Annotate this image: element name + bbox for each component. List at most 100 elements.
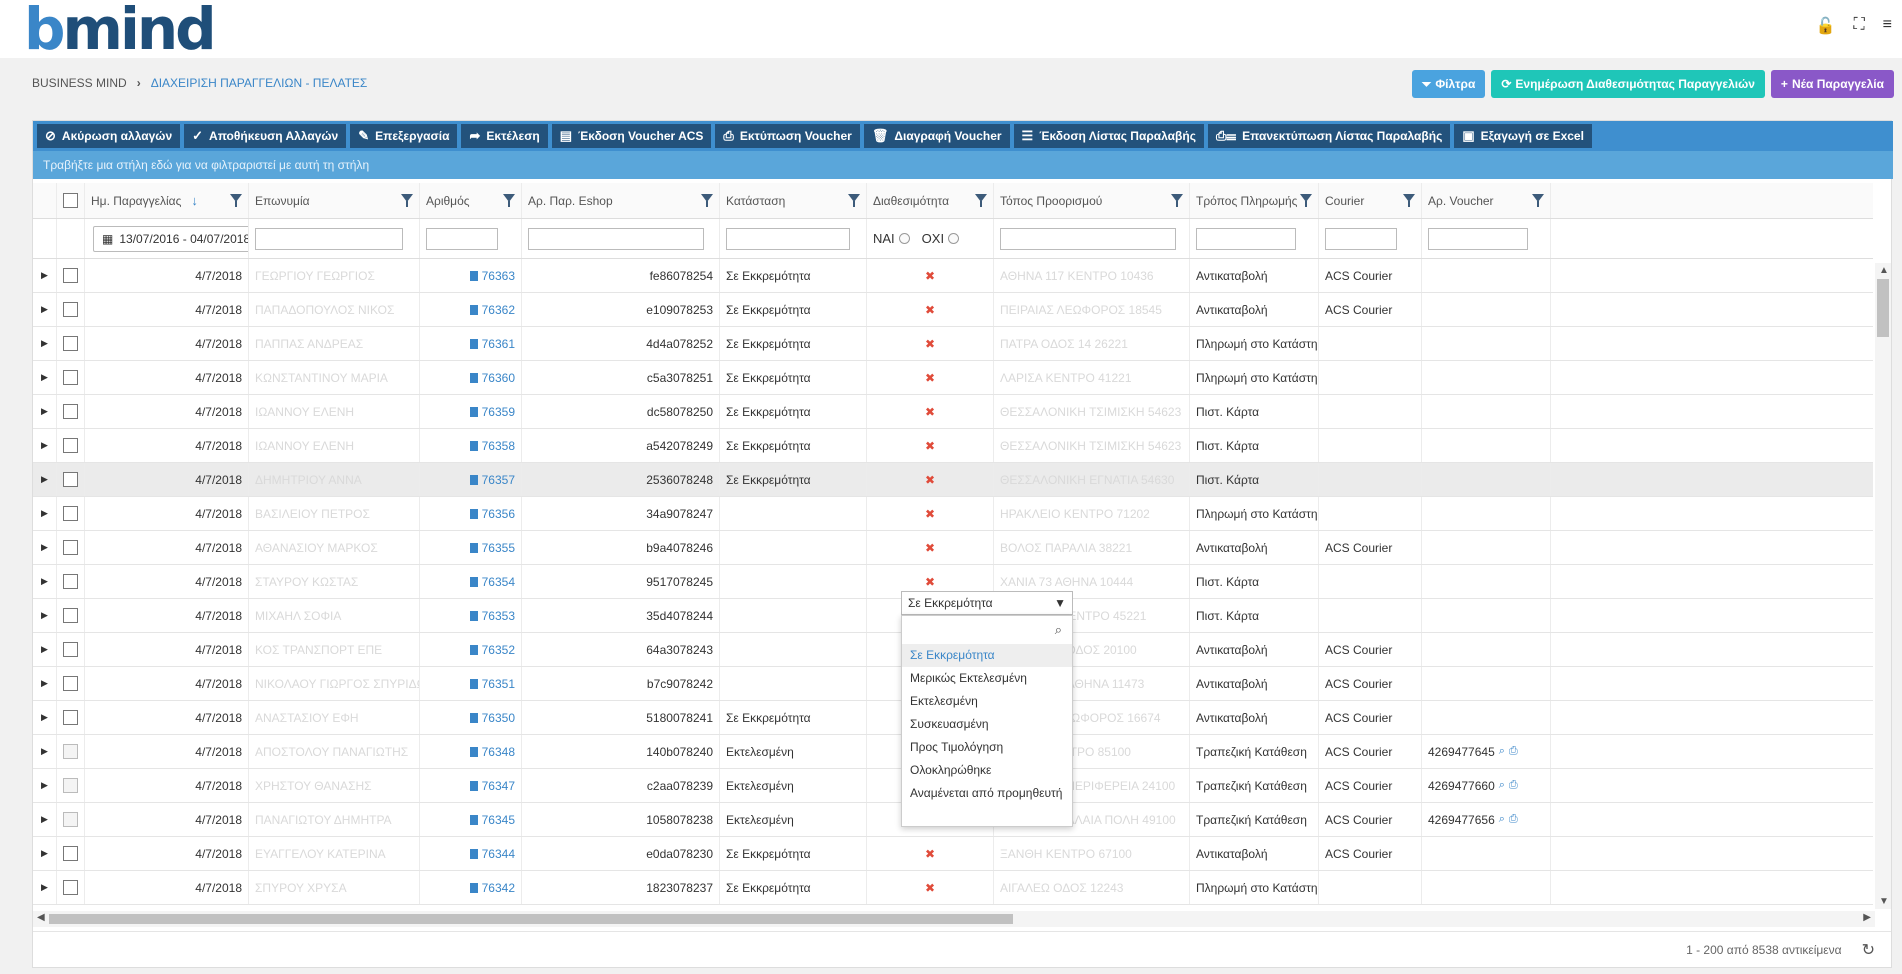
scroll-left-icon[interactable]: ◀ [37,912,45,923]
lock-icon[interactable]: 🔓 [1816,16,1836,36]
courier-filter-input[interactable] [1325,227,1397,250]
expand-row-icon[interactable]: ▶ [41,610,48,621]
scroll-down-icon[interactable]: ▼ [1879,896,1889,907]
execute-button[interactable]: ➦ Εκτέλεση [461,124,548,148]
expand-row-icon[interactable]: ▶ [41,508,48,519]
search-icon[interactable]: ⌕ [1499,745,1505,758]
row-checkbox[interactable] [63,336,78,351]
filters-button[interactable]: ⏷ Φίλτρα [1411,70,1486,98]
fullscreen-icon[interactable]: ⛶ [1853,16,1864,36]
refresh-icon[interactable]: ↻ [1862,940,1875,960]
order-link[interactable]: 76362 [469,303,515,317]
header-eshop[interactable]: Αρ. Παρ. Eshop [522,183,720,218]
table-row[interactable]: ▶ 4/7/2018 ΓΕΩΡΓΙΟΥ ΓΕΩΡΓΙΟΣ 76363 fe8607825… [33,259,1873,293]
header-destination[interactable]: Τόπος Προορισμού [994,183,1190,218]
eshop-filter-input[interactable] [528,227,704,250]
filter-icon[interactable] [975,194,987,207]
header-status[interactable]: Κατάσταση [720,183,867,218]
status-option[interactable]: Προς Τιμολόγηση [902,736,1072,759]
filter-icon[interactable] [401,194,413,207]
table-row[interactable]: ▶ 4/7/2018 ΒΑΣΙΛΕΙΟΥ ΠΕΤΡΟΣ 76356 34a9078247… [33,497,1873,531]
issue-pick-list-button[interactable]: ☰ Έκδοση Λίστας Παραλαβής [1013,124,1204,148]
export-excel-button[interactable]: ▣ Εξαγωγή σε Excel [1454,124,1592,148]
status-option[interactable]: Αναμένεται από προμηθευτή [902,782,1072,820]
select-all-checkbox[interactable] [63,193,78,208]
table-row[interactable]: ▶ 4/7/2018 ΙΩΑΝΝΟΥ ΕΛΕΝΗ 76359 dc58078250 Σε … [33,395,1873,429]
voucher-filter-input[interactable] [1428,227,1528,250]
row-checkbox[interactable] [63,846,78,861]
expand-row-icon[interactable]: ▶ [41,678,48,689]
status-option[interactable]: Μερικώς Εκτελεσμένη [902,667,1072,690]
expand-row-icon[interactable]: ▶ [41,372,48,383]
bmind-logo[interactable]: bmind [24,0,217,58]
expand-row-icon[interactable]: ▶ [41,270,48,281]
row-checkbox[interactable] [63,812,78,827]
search-icon[interactable]: ⌕ [1499,779,1505,792]
update-availability-button[interactable]: ⟳ Ενημέρωση Διαθεσιμότητας Παραγγελιών [1491,70,1765,98]
yes-radio[interactable] [898,233,910,244]
row-checkbox[interactable] [63,438,78,453]
status-option[interactable]: Σε Εκκρεμότητα [902,644,1072,667]
expand-row-icon[interactable]: ▶ [41,814,48,825]
filter-icon[interactable] [1532,194,1544,207]
filter-icon[interactable] [230,194,242,207]
row-checkbox[interactable] [63,268,78,283]
row-checkbox[interactable] [63,370,78,385]
status-option[interactable]: Εκτελεσμένη [902,690,1072,713]
order-link[interactable]: 76351 [469,677,515,691]
menu-icon[interactable]: ≡ [1883,16,1892,36]
header-number[interactable]: Αριθμός [420,183,522,218]
header-courier[interactable]: Courier [1319,183,1422,218]
table-row[interactable]: ▶ 4/7/2018 ΠΑΠΠΑΣ ΑΝΔΡΕΑΣ 76361 4d4a078252 Σε… [33,327,1873,361]
table-row[interactable]: ▶ 4/7/2018 ΕΥΑΓΓΕΛΟΥ ΚΑΤΕΡΙΝΑ 76344 e0da0782… [33,837,1873,871]
expand-row-icon[interactable]: ▶ [41,712,48,723]
header-name[interactable]: Επωνυμία [249,183,420,218]
expand-row-icon[interactable]: ▶ [41,474,48,485]
order-link[interactable]: 76356 [469,507,515,521]
table-row[interactable]: ▶ 4/7/2018 ΙΩΑΝΝΟΥ ΕΛΕΝΗ 76358 a542078249 Σε … [33,429,1873,463]
breadcrumb-current[interactable]: ΔΙΑΧΕΙΡΙΣΗ ΠΑΡΑΓΓΕΛΙΩΝ - ΠΕΛΑΤΕΣ [151,76,368,90]
scroll-right-icon[interactable]: ▶ [1863,912,1871,923]
order-link[interactable]: 76363 [469,269,515,283]
expand-row-icon[interactable]: ▶ [41,542,48,553]
order-link[interactable]: 76359 [469,405,515,419]
expand-row-icon[interactable]: ▶ [41,780,48,791]
order-link[interactable]: 76353 [469,609,515,623]
table-row[interactable]: ▶ 4/7/2018 ΑΘΑΝΑΣΙΟΥ ΜΑΡΚΟΣ 76355 b9a4078246… [33,531,1873,565]
reprint-pick-list-button[interactable]: ⎙☰ Επανεκτύπωση Λίστας Παραλαβής [1207,124,1451,148]
table-row[interactable]: ▶ 4/7/2018 ΚΩΝΣΤΑΝΤΙΝΟΥ ΜΑΡΙΑ 76360 c5a30782… [33,361,1873,395]
order-link[interactable]: 76348 [469,745,515,759]
order-link[interactable]: 76354 [469,575,515,589]
order-link[interactable]: 76357 [469,473,515,487]
horizontal-scroll-thumb[interactable] [49,914,1013,924]
edit-button[interactable]: ✎ Επεξεργασία [350,124,458,148]
filter-icon[interactable] [503,194,515,207]
row-checkbox[interactable] [63,778,78,793]
date-range-picker[interactable]: ▦13/07/2016 - 04/07/2018▾ [93,225,248,252]
expand-row-icon[interactable]: ▶ [41,882,48,893]
print-voucher-button[interactable]: ⎙ Εκτύπωση Voucher [715,124,860,148]
expand-row-icon[interactable]: ▶ [41,440,48,451]
breadcrumb-home[interactable]: BUSINESS MIND [32,76,127,90]
order-link[interactable]: 76361 [469,337,515,351]
expand-row-icon[interactable]: ▶ [41,644,48,655]
row-checkbox[interactable] [63,472,78,487]
order-link[interactable]: 76347 [469,779,515,793]
vertical-scroll-thumb[interactable] [1877,279,1889,337]
payment-filter-input[interactable] [1196,227,1296,250]
header-date[interactable]: Ημ. Παραγγελίας ↓ [85,183,249,218]
printer-icon[interactable]: ⎙ [1509,745,1518,758]
new-order-button[interactable]: + Νέα Παραγγελία [1770,70,1894,98]
horizontal-scrollbar[interactable]: ◀ ▶ [33,911,1875,927]
save-changes-button[interactable]: ✓ Αποθήκευση Αλλαγών [184,124,347,148]
filter-icon[interactable] [1300,194,1312,207]
printer-icon[interactable]: ⎙ [1509,779,1518,792]
order-link[interactable]: 76352 [469,643,515,657]
order-link[interactable]: 76355 [469,541,515,555]
filter-icon[interactable] [848,194,860,207]
table-row[interactable]: ▶ 4/7/2018 ΠΑΠΑΔΟΠΟΥΛΟΣ ΝΙΚΟΣ 76362 e1090782… [33,293,1873,327]
expand-row-icon[interactable]: ▶ [41,406,48,417]
table-row[interactable]: ▶ 4/7/2018 ΔΗΜΗΤΡΙΟΥ ΑΝΝΑ 76357 2536078248 Σε… [33,463,1873,497]
order-link[interactable]: 76345 [469,813,515,827]
order-link[interactable]: 76358 [469,439,515,453]
